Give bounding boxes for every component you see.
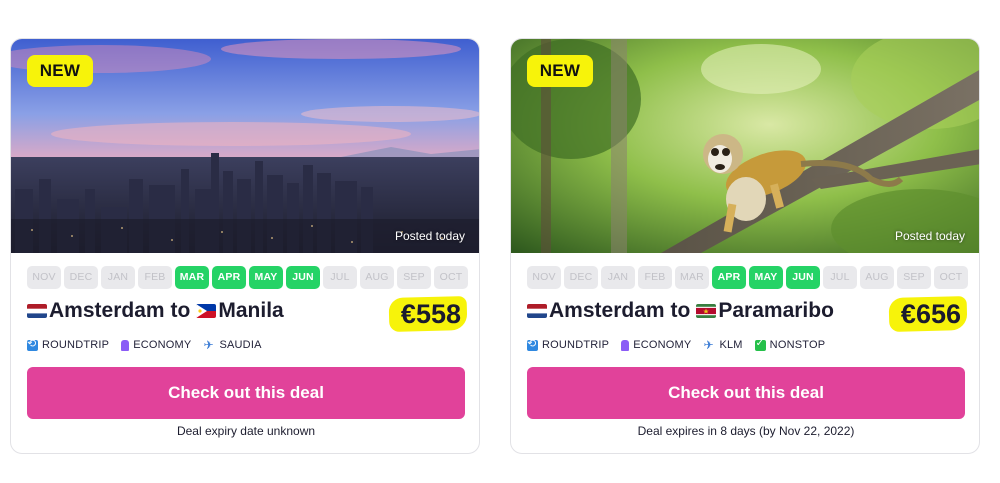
- tag-label: SAUDIA: [219, 339, 262, 351]
- month-chip-active: MAR: [175, 266, 209, 289]
- roundtrip-icon: [27, 337, 38, 351]
- month-chip-active: APR: [212, 266, 246, 289]
- month-chip: NOV: [27, 266, 61, 289]
- origin-city: Amsterdam: [549, 299, 665, 322]
- seat-icon: [121, 339, 130, 351]
- month-chip: DEC: [64, 266, 98, 289]
- price-tag: €558: [388, 295, 468, 333]
- month-chip-active: JUN: [786, 266, 820, 289]
- deal-card-paramaribo[interactable]: NEW Posted today NOV DEC JAN FEB MAR APR…: [510, 38, 980, 454]
- month-chip: FEB: [138, 266, 172, 289]
- seat-icon: [621, 339, 630, 351]
- roundtrip-icon: [527, 337, 538, 351]
- price-value: €558: [400, 299, 461, 329]
- route-to-word: to: [170, 299, 191, 322]
- tag-economy: ECONOMY: [121, 339, 191, 351]
- month-chip: OCT: [434, 266, 468, 289]
- travel-months: NOV DEC JAN FEB MAR APR MAY JUN JUL AUG …: [527, 266, 968, 289]
- tag-roundtrip: ROUNDTRIP: [527, 337, 610, 351]
- posted-label: Posted today: [894, 229, 965, 243]
- airplane-icon: ✈: [203, 338, 214, 352]
- philippines-flag-icon: [196, 304, 217, 318]
- month-chip: JAN: [601, 266, 635, 289]
- origin-city: Amsterdam: [49, 299, 165, 322]
- deal-tags: ROUNDTRIP ECONOMY ✈ KLM NONSTOP: [527, 337, 826, 351]
- check-icon: [754, 338, 766, 351]
- tag-airline: ✈ KLM: [703, 339, 742, 351]
- tag-label: ROUNDTRIP: [542, 339, 610, 351]
- month-chip: AUG: [860, 266, 894, 289]
- tag-label: ECONOMY: [133, 339, 192, 351]
- suriname-flag-icon: [696, 304, 717, 318]
- destination-city: Paramaribo: [718, 299, 834, 322]
- new-badge: NEW: [27, 55, 93, 87]
- price-value: €656: [900, 299, 961, 329]
- month-chip-active: JUN: [286, 266, 320, 289]
- posted-label: Posted today: [394, 229, 465, 243]
- month-chip-active: APR: [712, 266, 746, 289]
- deal-card-manila[interactable]: NEW Posted today NOV DEC JAN FEB MAR APR…: [10, 38, 480, 454]
- route-title: Amsterdam to Manila: [27, 299, 284, 323]
- tag-economy: ECONOMY: [621, 339, 691, 351]
- deal-expiry: Deal expires in 8 days (by Nov 22, 2022): [637, 424, 855, 438]
- month-chip-active: MAY: [749, 266, 783, 289]
- deal-tags: ROUNDTRIP ECONOMY ✈ SAUDIA: [27, 337, 262, 351]
- tag-label: ECONOMY: [633, 339, 692, 351]
- month-chip: JUL: [823, 266, 857, 289]
- tag-nonstop: NONSTOP: [754, 338, 826, 351]
- month-chip: FEB: [638, 266, 672, 289]
- netherlands-flag-icon: [527, 304, 547, 318]
- month-chip: JAN: [101, 266, 135, 289]
- tag-label: KLM: [719, 339, 743, 351]
- tag-label: NONSTOP: [769, 339, 826, 351]
- month-chip: NOV: [527, 266, 561, 289]
- tag-airline: ✈ SAUDIA: [203, 339, 261, 351]
- check-out-deal-button[interactable]: Check out this deal: [527, 367, 965, 419]
- tag-label: ROUNDTRIP: [42, 339, 110, 351]
- netherlands-flag-icon: [27, 304, 47, 318]
- month-chip: OCT: [934, 266, 968, 289]
- month-chip: AUG: [360, 266, 394, 289]
- month-chip: JUL: [323, 266, 357, 289]
- check-out-deal-button[interactable]: Check out this deal: [27, 367, 465, 419]
- month-chip: DEC: [564, 266, 598, 289]
- route-title: Amsterdam to Paramaribo: [527, 299, 834, 323]
- new-badge: NEW: [527, 55, 593, 87]
- route-to-word: to: [670, 299, 691, 322]
- month-chip: SEP: [397, 266, 431, 289]
- month-chip: MAR: [675, 266, 709, 289]
- price-tag: €656: [888, 295, 968, 333]
- destination-city: Manila: [218, 299, 284, 322]
- deal-expiry: Deal expiry date unknown: [176, 424, 316, 438]
- month-chip-active: MAY: [249, 266, 283, 289]
- tag-roundtrip: ROUNDTRIP: [27, 337, 110, 351]
- travel-months: NOV DEC JAN FEB MAR APR MAY JUN JUL AUG …: [27, 266, 468, 289]
- airplane-icon: ✈: [703, 338, 714, 352]
- month-chip: SEP: [897, 266, 931, 289]
